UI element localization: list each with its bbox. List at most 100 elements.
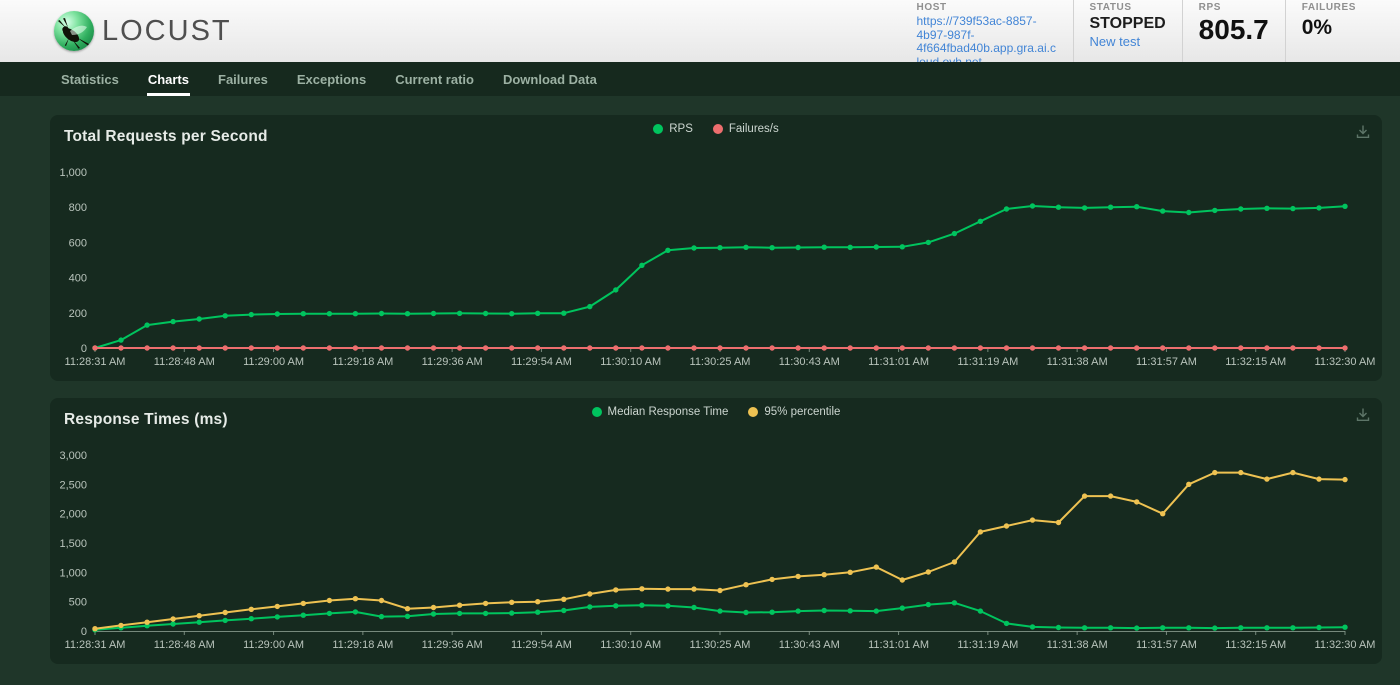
x-tick-label: 11:30:25 AM: [690, 356, 751, 368]
data-point: [561, 311, 566, 316]
data-point: [1030, 517, 1035, 522]
rps-label: RPS: [1199, 2, 1269, 13]
data-point: [170, 319, 175, 324]
x-tick-label: 11:29:36 AM: [422, 639, 483, 651]
data-point: [717, 245, 722, 250]
data-point: [717, 345, 722, 350]
data-point: [665, 248, 670, 253]
data-point: [353, 311, 358, 316]
data-point: [1082, 493, 1087, 498]
data-point: [1160, 625, 1165, 630]
x-tick-label: 11:31:01 AM: [868, 639, 929, 651]
data-point: [978, 345, 983, 350]
data-point: [561, 345, 566, 350]
data-point: [1160, 208, 1165, 213]
data-point: [327, 311, 332, 316]
data-point: [1134, 625, 1139, 630]
data-point: [978, 529, 983, 534]
data-point: [926, 569, 931, 574]
data-point: [483, 611, 488, 616]
brand[interactable]: LOCUST: [54, 11, 232, 51]
data-point: [1134, 345, 1139, 350]
data-point: [1108, 625, 1113, 630]
data-point: [769, 610, 774, 615]
data-point: [1290, 206, 1295, 211]
data-point: [717, 588, 722, 593]
status-label: STATUS: [1090, 2, 1166, 13]
data-point: [952, 559, 957, 564]
data-point: [223, 618, 228, 623]
rps-block: RPS 805.7: [1182, 0, 1285, 69]
data-point: [535, 610, 540, 615]
data-point: [795, 345, 800, 350]
failures-label: FAILURES: [1302, 2, 1356, 13]
data-point: [223, 610, 228, 615]
data-point: [1056, 205, 1061, 210]
data-point: [665, 345, 670, 350]
tab-exceptions[interactable]: Exceptions: [296, 64, 367, 96]
data-point: [1238, 625, 1243, 630]
data-point: [275, 345, 280, 350]
data-point: [353, 609, 358, 614]
data-point: [1004, 523, 1009, 528]
data-point: [327, 611, 332, 616]
data-point: [457, 611, 462, 616]
data-point: [1056, 345, 1061, 350]
x-tick-label: 11:31:38 AM: [1047, 639, 1108, 651]
data-point: [1056, 520, 1061, 525]
x-tick-label: 11:31:57 AM: [1136, 356, 1197, 368]
data-point: [197, 613, 202, 618]
download-chart-icon[interactable]: [1354, 123, 1372, 141]
tab-statistics[interactable]: Statistics: [60, 64, 120, 96]
brand-wordmark: LOCUST: [102, 15, 232, 48]
host-url-link[interactable]: https://739f53ac-8857-4b97-987f-4f664fba…: [917, 15, 1057, 69]
data-point: [769, 245, 774, 250]
y-tick-label: 1,000: [59, 167, 87, 179]
data-point: [483, 345, 488, 350]
data-point: [483, 311, 488, 316]
data-point: [1030, 624, 1035, 629]
x-tick-label: 11:29:00 AM: [243, 356, 304, 368]
host-block: HOST https://739f53ac-8857-4b97-987f-4f6…: [901, 0, 1073, 69]
data-point: [769, 577, 774, 582]
data-point: [1082, 205, 1087, 210]
data-point: [848, 608, 853, 613]
data-point: [92, 345, 97, 350]
tab-current-ratio[interactable]: Current ratio: [394, 64, 475, 96]
data-point: [691, 345, 696, 350]
tab-download-data[interactable]: Download Data: [502, 64, 598, 96]
y-tick-label: 0: [81, 626, 87, 638]
data-point: [795, 608, 800, 613]
data-point: [926, 240, 931, 245]
top-header: LOCUST HOST https://739f53ac-8857-4b97-9…: [0, 0, 1400, 62]
data-point: [405, 614, 410, 619]
data-point: [691, 245, 696, 250]
data-point: [1342, 625, 1347, 630]
data-point: [1290, 345, 1295, 350]
y-tick-label: 2,000: [59, 509, 87, 521]
new-test-link[interactable]: New test: [1090, 33, 1166, 50]
data-point: [1212, 345, 1217, 350]
tab-charts[interactable]: Charts: [147, 64, 190, 96]
data-point: [223, 313, 228, 318]
rps-chart-plot[interactable]: 11:28:31 AM11:28:48 AM11:29:00 AM11:29:1…: [50, 115, 1382, 381]
data-point: [978, 608, 983, 613]
x-tick-label: 11:31:19 AM: [957, 639, 1018, 651]
download-chart-icon[interactable]: [1354, 406, 1372, 424]
y-tick-label: 400: [69, 273, 87, 285]
data-point: [535, 599, 540, 604]
locust-glyph: [56, 15, 92, 49]
data-point: [379, 345, 384, 350]
data-point: [1342, 477, 1347, 482]
data-point: [301, 601, 306, 606]
y-tick-label: 800: [69, 202, 87, 214]
data-point: [118, 623, 123, 628]
response-times-chart-plot[interactable]: 11:28:31 AM11:28:48 AM11:29:00 AM11:29:1…: [50, 398, 1382, 664]
data-point: [1134, 204, 1139, 209]
header-info: HOST https://739f53ac-8857-4b97-987f-4f6…: [901, 0, 1373, 69]
data-point: [1316, 625, 1321, 630]
y-tick-label: 500: [69, 597, 87, 609]
data-point: [301, 311, 306, 316]
tab-failures[interactable]: Failures: [217, 64, 269, 96]
data-point: [822, 608, 827, 613]
